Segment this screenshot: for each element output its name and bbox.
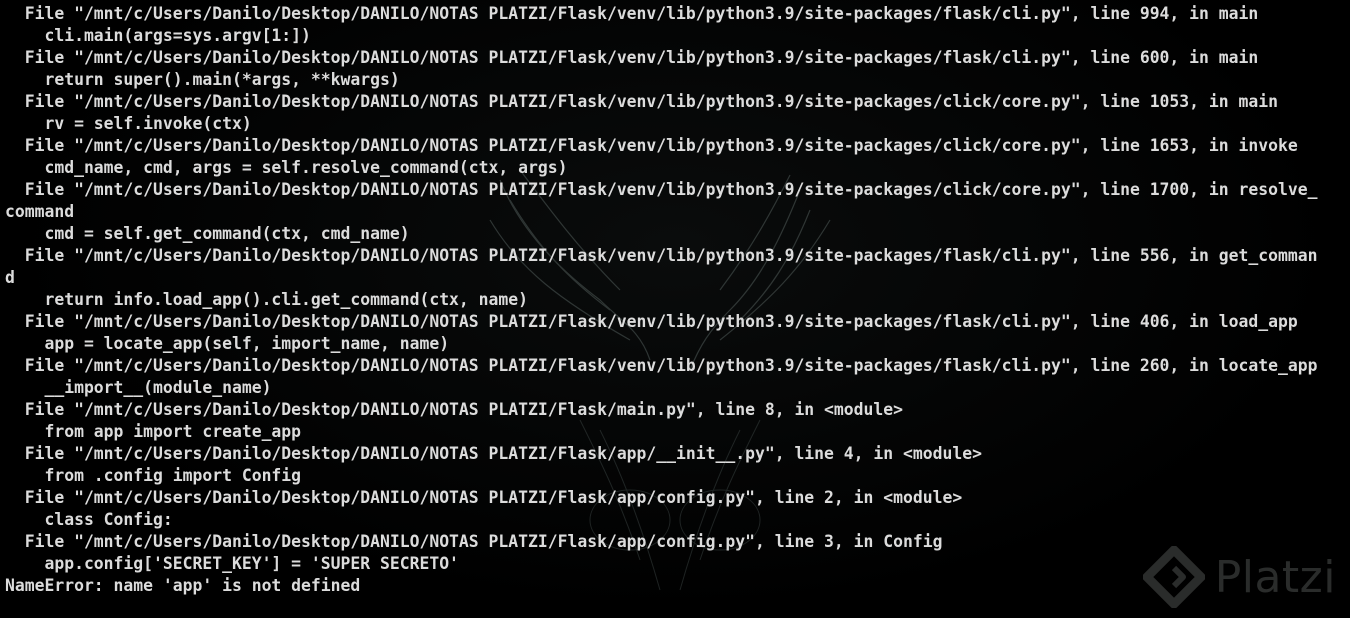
terminal-output: File "/mnt/c/Users/Danilo/Desktop/DANILO…	[5, 3, 1345, 597]
terminal-line: return super().main(*args, **kwargs)	[5, 70, 400, 89]
terminal-line: class Config:	[5, 510, 173, 529]
terminal-line: cmd = self.get_command(ctx, cmd_name)	[5, 224, 410, 243]
terminal-line: cmd_name, cmd, args = self.resolve_comma…	[5, 158, 568, 177]
terminal-line: File "/mnt/c/Users/Danilo/Desktop/DANILO…	[5, 136, 1298, 155]
terminal-line: File "/mnt/c/Users/Danilo/Desktop/DANILO…	[5, 4, 1259, 23]
platzi-logo-icon	[1142, 546, 1205, 608]
terminal-line: File "/mnt/c/Users/Danilo/Desktop/DANILO…	[5, 488, 963, 507]
platzi-watermark-text: Platzi	[1214, 551, 1336, 603]
terminal-line: File "/mnt/c/Users/Danilo/Desktop/DANILO…	[5, 92, 1278, 111]
terminal-line: rv = self.invoke(ctx)	[5, 114, 252, 133]
terminal-line: File "/mnt/c/Users/Danilo/Desktop/DANILO…	[5, 312, 1298, 331]
terminal-line: app = locate_app(self, import_name, name…	[5, 334, 450, 353]
terminal-line: File "/mnt/c/Users/Danilo/Desktop/DANILO…	[5, 180, 1318, 199]
terminal-line: File "/mnt/c/Users/Danilo/Desktop/DANILO…	[5, 246, 1318, 265]
terminal-line: __import__(module_name)	[5, 378, 272, 397]
terminal-line: d	[5, 268, 15, 287]
terminal-line: File "/mnt/c/Users/Danilo/Desktop/DANILO…	[5, 356, 1318, 375]
terminal-line: File "/mnt/c/Users/Danilo/Desktop/DANILO…	[5, 48, 1259, 67]
terminal-line: File "/mnt/c/Users/Danilo/Desktop/DANILO…	[5, 400, 903, 419]
terminal-line: from .config import Config	[5, 466, 302, 485]
terminal-line: command	[5, 202, 75, 221]
terminal-window[interactable]: File "/mnt/c/Users/Danilo/Desktop/DANILO…	[0, 0, 1350, 618]
terminal-line: File "/mnt/c/Users/Danilo/Desktop/DANILO…	[5, 444, 982, 463]
terminal-line: cli.main(args=sys.argv[1:])	[5, 26, 311, 45]
terminal-line: from app import create_app	[5, 422, 302, 441]
platzi-watermark: Platzi	[1142, 546, 1336, 608]
terminal-line: return info.load_app().cli.get_command(c…	[5, 290, 529, 309]
